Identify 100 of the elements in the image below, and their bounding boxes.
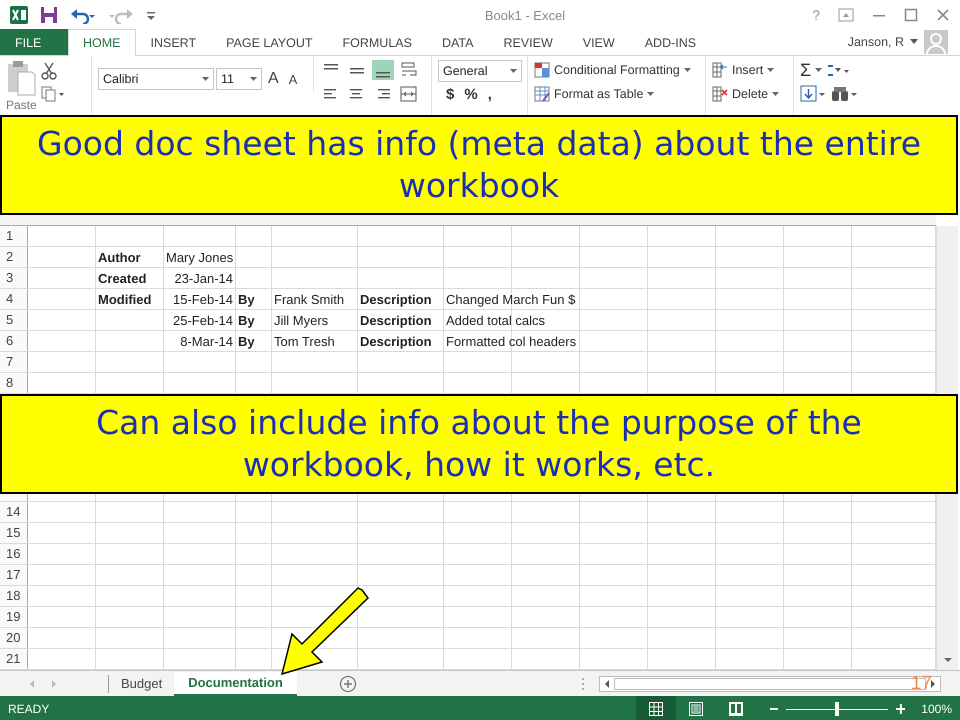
ribbon-tab[interactable]: DATA [426, 29, 488, 55]
page-break-view-icon [728, 701, 744, 717]
ribbon-display-icon[interactable] [838, 8, 854, 22]
table-cell-text: 23-Jan-14 [173, 270, 234, 286]
caret-icon [250, 76, 257, 82]
row-number: 4 [0, 289, 28, 309]
ribbon-tab[interactable]: ADD-INS [630, 29, 712, 55]
ribbon-tab[interactable]: FORMULAS [328, 29, 427, 55]
table-cell-text: Frank Smith [273, 292, 346, 306]
table-cell-text: Description [359, 292, 433, 306]
insert-cells-icon [712, 62, 728, 78]
table-cell-text: By [237, 312, 256, 328]
row-number: 8 [0, 373, 28, 393]
scroll-left-icon[interactable] [602, 678, 611, 688]
row-number: 15 [0, 523, 28, 543]
slide-number: 17 [910, 673, 932, 695]
table-cell-text: By [237, 292, 256, 306]
caret-icon [510, 68, 517, 74]
maximize-icon[interactable] [904, 8, 918, 22]
row-number: 14 [0, 502, 28, 522]
autosum-button[interactable]: Σ [800, 60, 812, 81]
table-cell-text: 25-Feb-14 [172, 312, 234, 328]
row-number: 3 [0, 268, 28, 288]
ribbon-tab[interactable]: FILE [0, 29, 68, 55]
table-cell-text: Created [97, 270, 148, 286]
row-number: 20 [0, 628, 28, 648]
row-number: 6 [0, 331, 28, 351]
ribbon-tab[interactable]: PAGE LAYOUT [211, 29, 328, 55]
undo-icon[interactable] [70, 6, 96, 24]
zoom-level[interactable]: 100% [921, 702, 952, 716]
table-cell-text: Description [359, 334, 433, 348]
ribbon-tab[interactable]: HOME [68, 29, 136, 56]
grow-font-button[interactable]: A [264, 70, 283, 88]
font-size-field[interactable]: 11 [216, 68, 262, 90]
cells-button[interactable]: Delete [712, 84, 780, 104]
zoom-in-icon[interactable] [896, 704, 906, 714]
row-number: 18 [0, 586, 28, 606]
row-number: 7 [0, 352, 28, 372]
copy-icon[interactable] [40, 86, 65, 102]
align-bottom-icon[interactable] [372, 60, 394, 80]
row-number: 16 [0, 544, 28, 564]
table-cell-text: 8-Mar-14 [179, 334, 234, 348]
callout-box: Good doc sheet has info (meta data) about the entire workbook [0, 115, 958, 215]
font-name-field[interactable]: Calibri [98, 68, 214, 90]
zoom-slider-thumb[interactable] [834, 702, 839, 716]
splitter-icon[interactable] [580, 676, 585, 690]
caret-icon [772, 92, 780, 96]
ribbon-tab[interactable]: REVIEW [488, 29, 568, 55]
caret-icon [684, 68, 691, 72]
excel-logo-icon [10, 6, 28, 24]
zoom-out-icon[interactable] [770, 705, 778, 713]
table-cell-text: Jill Myers [273, 312, 330, 328]
account-name[interactable]: Janson, R [848, 35, 904, 49]
table-cell-text: By [237, 334, 256, 348]
add-sheet-icon[interactable] [338, 674, 357, 692]
styles-button[interactable]: Conditional Formatting [534, 60, 691, 80]
caret-icon [202, 76, 209, 82]
row-number: 1 [0, 226, 28, 246]
caret-icon[interactable] [910, 39, 918, 45]
number-format-button[interactable]: $ [446, 86, 454, 103]
number-format-field[interactable]: General [438, 60, 522, 82]
shrink-font-button[interactable]: A [284, 72, 302, 86]
table-cell-text: Changed March Fun $ [445, 292, 576, 306]
table-format-icon [534, 86, 550, 102]
table-cell-text: 15-Feb-14 [172, 292, 234, 306]
sort-filter-icon[interactable] [826, 62, 850, 78]
table-cell-text: Author [97, 250, 142, 264]
status-text: READY [8, 702, 50, 716]
styles-button[interactable]: Format as Table [534, 84, 654, 104]
table-cell-text: Description [359, 312, 433, 328]
sheet-tab[interactable]: Documentation [174, 672, 297, 696]
clipboard-icon[interactable] [6, 60, 36, 96]
delete-cells-icon [712, 86, 728, 102]
row-number: 21 [0, 649, 28, 669]
row-number: 17 [0, 565, 28, 585]
normal-view-button[interactable] [636, 696, 676, 720]
window-title: Book1 - Excel [484, 8, 566, 22]
caret-icon [767, 68, 774, 72]
table-cell-text: Mary Jones [165, 250, 234, 264]
fill-down-icon[interactable] [800, 85, 826, 103]
page-layout-view-icon [688, 701, 704, 717]
normal-view-icon [648, 701, 664, 717]
ribbon-tab[interactable]: VIEW [568, 29, 630, 55]
cells-button[interactable]: Insert [712, 60, 774, 80]
callout-box: Can also include info about the purpose of the workbook, how it works, etc. [0, 394, 958, 494]
scissors-icon[interactable] [40, 62, 57, 80]
number-format-button[interactable]: % [464, 86, 478, 103]
scroll-down-icon[interactable] [942, 656, 952, 664]
caret-icon[interactable] [815, 68, 822, 73]
ribbon-tab[interactable]: INSERT [136, 29, 212, 55]
paste-button[interactable]: Paste [6, 98, 37, 112]
row-number: 2 [0, 247, 28, 267]
binoculars-icon[interactable] [830, 85, 858, 103]
table-cell-text: Added total calcs [445, 312, 546, 328]
horizontal-scrollbar[interactable] [598, 676, 941, 692]
table-cell-text: Modified [97, 292, 152, 306]
row-number: 5 [0, 310, 28, 330]
caret-icon [647, 92, 654, 96]
close-icon[interactable] [936, 8, 950, 22]
number-format-button[interactable]: , [488, 86, 492, 103]
